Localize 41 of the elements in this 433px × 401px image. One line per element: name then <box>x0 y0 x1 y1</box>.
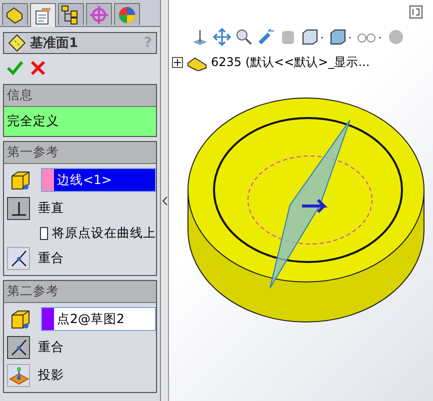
display-style-icon[interactable] <box>329 28 353 46</box>
panel-title: 基准面1 <box>30 35 80 52</box>
selection-field[interactable]: 边线<1> <box>41 168 156 192</box>
selection-field[interactable]: 点2@草图2 <box>41 307 156 331</box>
section-header: 第一参考 <box>4 142 156 164</box>
option-label: 重合 <box>38 339 64 356</box>
cube-icon <box>9 308 31 330</box>
selection-value: 点2@草图2 <box>56 310 126 328</box>
panel-tab[interactable] <box>30 3 56 27</box>
part-icon <box>186 54 208 70</box>
viewport-icon[interactable] <box>409 5 423 19</box>
panel-tab[interactable] <box>114 3 140 25</box>
coincident-button[interactable] <box>7 336 30 359</box>
previous-view-icon[interactable] <box>257 28 275 46</box>
projection-icon <box>8 364 29 386</box>
zoom-icon[interactable] <box>235 28 253 46</box>
option-label: 重合 <box>38 250 64 267</box>
check-icon <box>6 60 24 76</box>
pan-icon[interactable] <box>213 28 231 46</box>
selection-value: 边线<1> <box>54 169 155 191</box>
cube-icon <box>9 169 31 191</box>
close-icon <box>30 60 46 76</box>
option-label: 垂直 <box>38 200 64 217</box>
checkbox-label: 将原点设在曲线上 <box>52 225 156 242</box>
section-header: 信息 <box>4 85 156 107</box>
panel-tab[interactable] <box>2 3 28 25</box>
panel-tab[interactable] <box>58 3 84 25</box>
section-header: 第二参考 <box>4 281 156 303</box>
plane-icon <box>8 34 26 52</box>
perpendicular-button[interactable] <box>7 197 30 220</box>
status-message: 完全定义 <box>4 107 156 136</box>
view-orientation-icon[interactable] <box>301 28 325 46</box>
tree-item[interactable]: 6235 (默认<<默认>_显示... <box>211 54 370 71</box>
option-label: 投影 <box>38 367 64 384</box>
coincident-button[interactable] <box>7 247 30 270</box>
checkbox[interactable] <box>40 227 48 240</box>
expand-toggle[interactable] <box>172 57 183 68</box>
tab-icon <box>88 4 110 26</box>
normal-view-icon[interactable] <box>191 28 209 46</box>
projection-button[interactable] <box>7 364 30 387</box>
cancel-button[interactable] <box>30 60 46 76</box>
